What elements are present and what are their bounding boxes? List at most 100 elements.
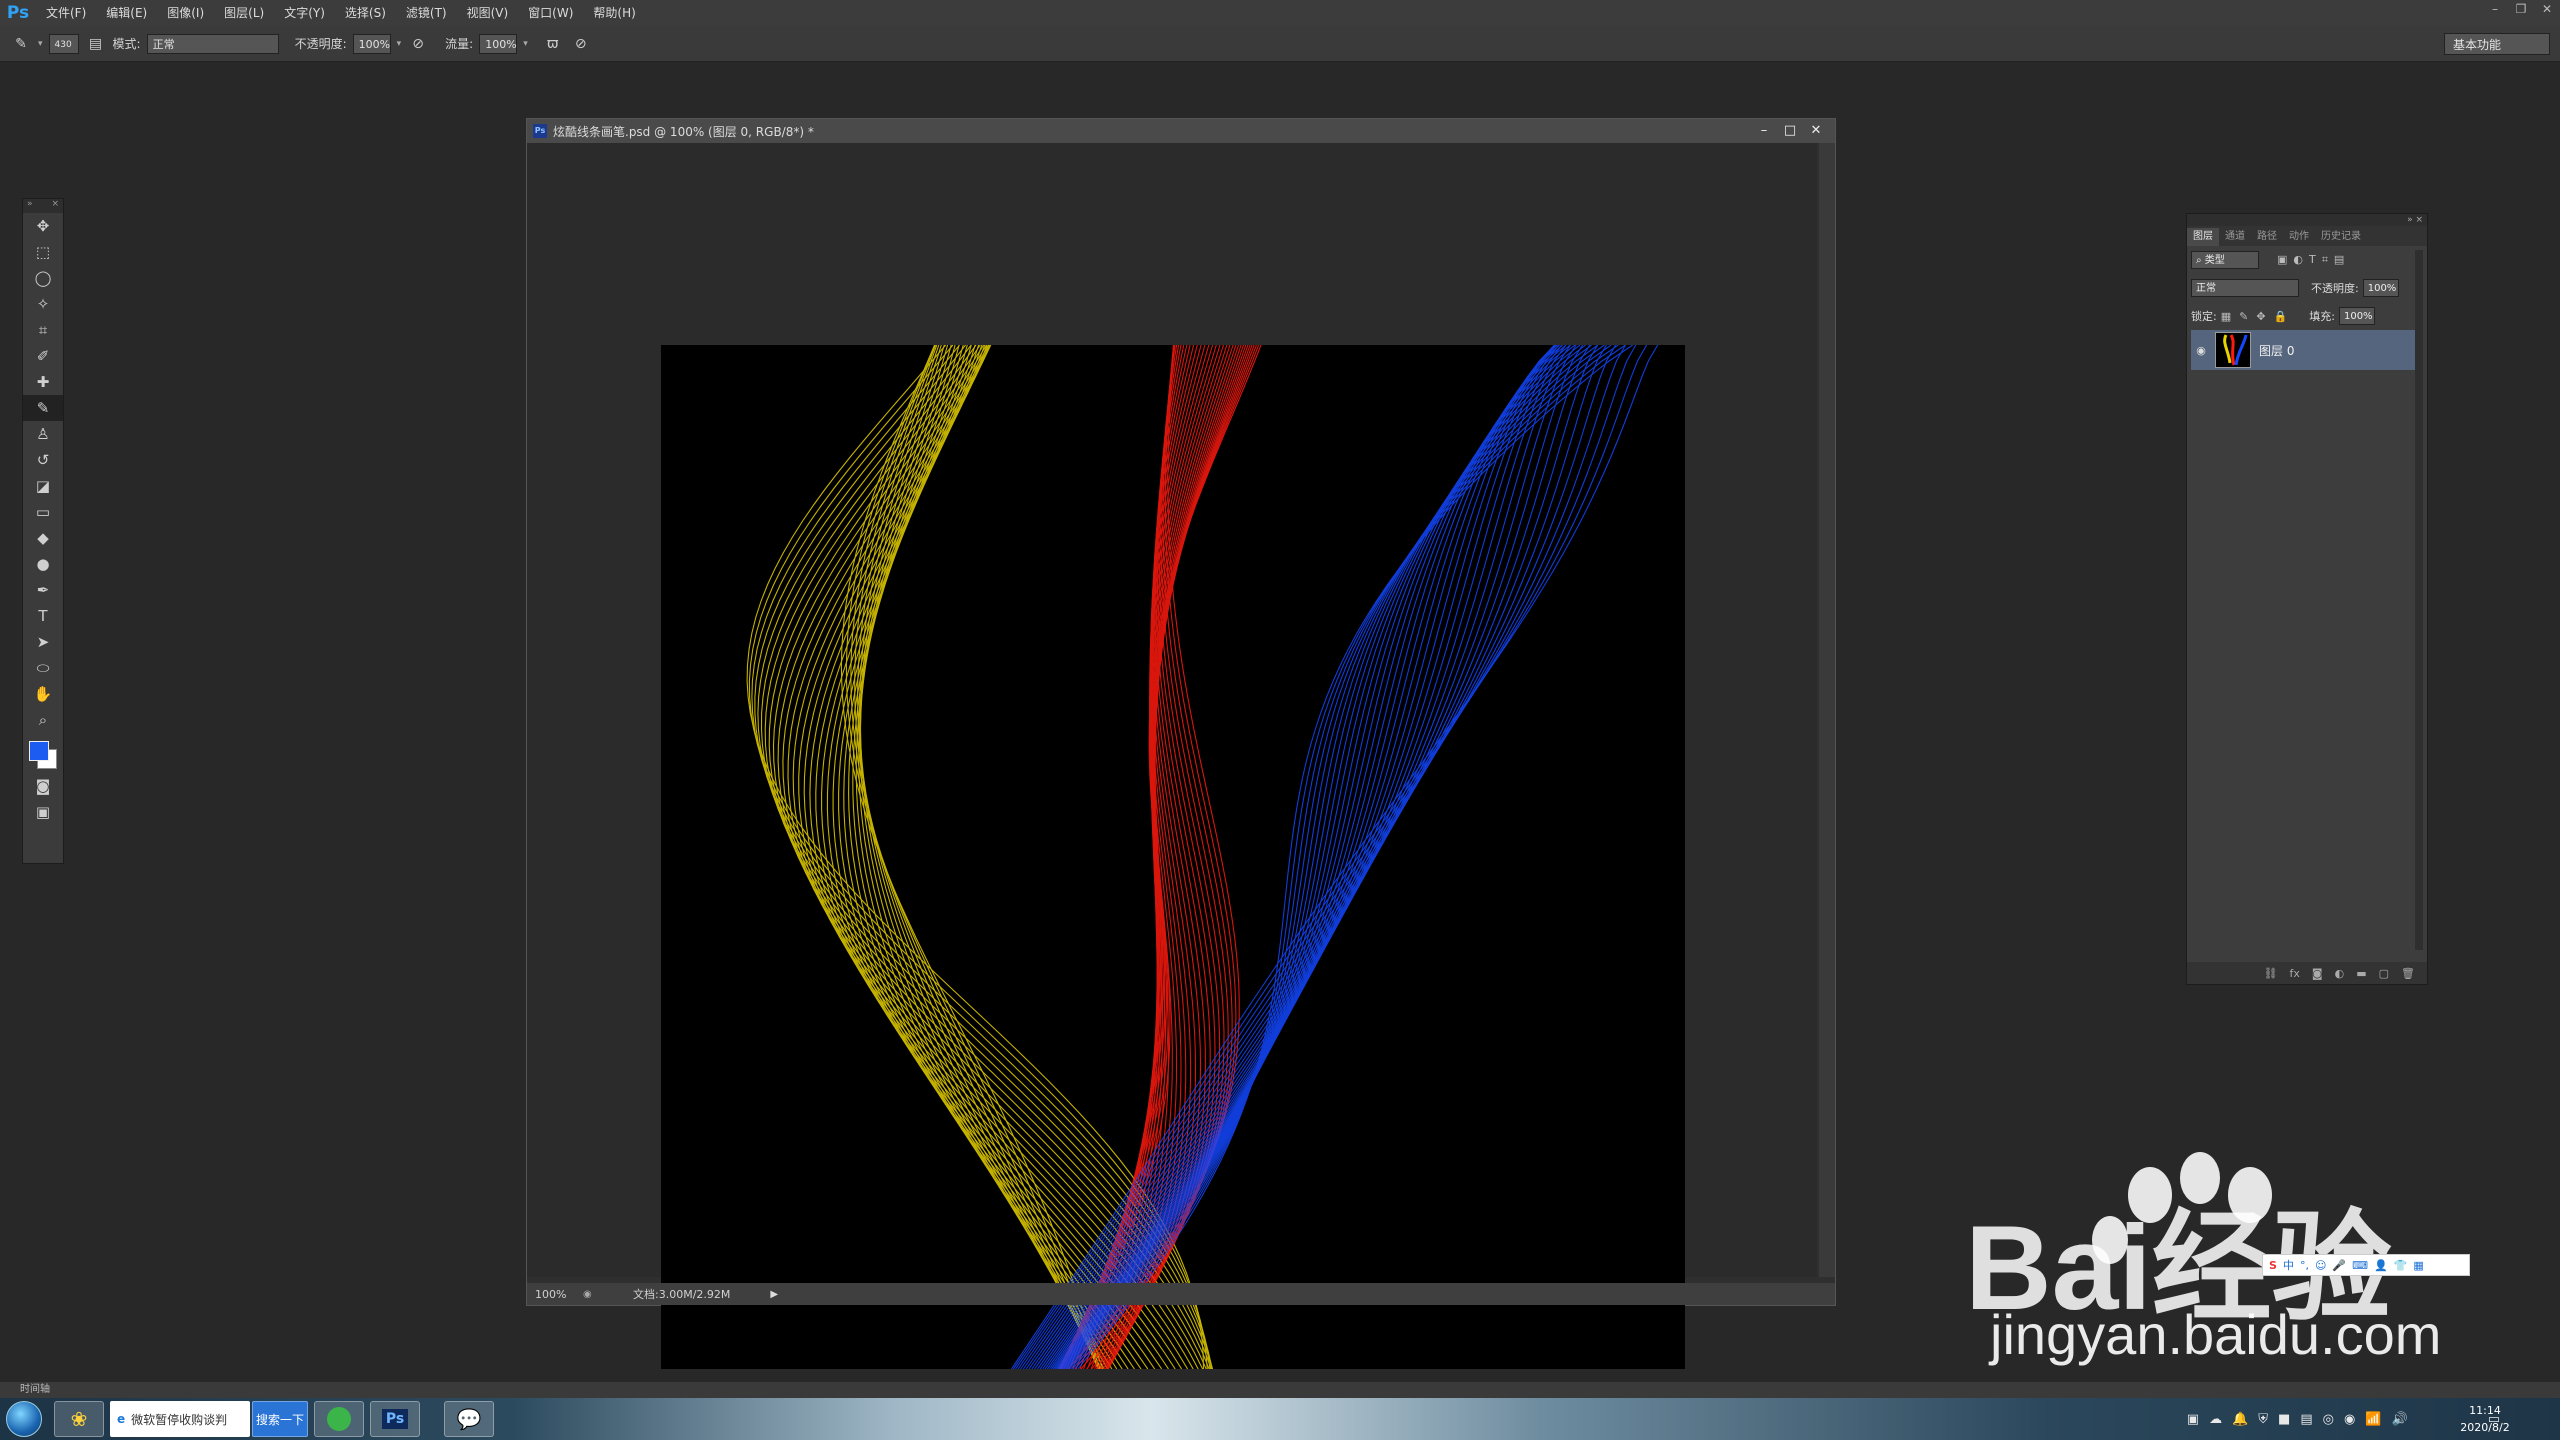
doc-close-icon[interactable]: ✕	[1803, 119, 1829, 143]
layers-scrollbar[interactable]	[2415, 250, 2423, 950]
pressure-opacity-icon[interactable]: ⊘	[407, 33, 429, 55]
doc-maximize-icon[interactable]: □	[1777, 119, 1803, 143]
ie-search-text[interactable]: 微软暂停收购谈判	[131, 1411, 227, 1428]
menu-window[interactable]: 窗口(W)	[518, 0, 583, 26]
dodge-tool-icon[interactable]: ●	[23, 551, 63, 577]
tab-layers[interactable]: 图层	[2187, 228, 2219, 246]
tray-shield-icon[interactable]: ◉	[2344, 1412, 2355, 1427]
minimize-icon[interactable]: –	[2482, 0, 2508, 20]
new-group-icon[interactable]: ▬	[2356, 967, 2366, 980]
gradient-tool-icon[interactable]: ▭	[23, 499, 63, 525]
airbrush-icon[interactable]: ϖ	[542, 33, 564, 55]
eyedropper-tool-icon[interactable]: ✐	[23, 343, 63, 369]
layer-style-icon[interactable]: fx	[2290, 967, 2300, 980]
menu-layer[interactable]: 图层(L)	[214, 0, 274, 26]
chevron-down-icon[interactable]: ▾	[38, 39, 43, 49]
pen-tool-icon[interactable]: ✒	[23, 577, 63, 603]
workspace-select[interactable]: 基本功能	[2444, 33, 2550, 55]
blend-mode-select[interactable]: 正常	[2191, 279, 2299, 297]
add-mask-icon[interactable]: ◙	[2312, 967, 2323, 980]
tab-channels[interactable]: 通道	[2219, 228, 2251, 246]
tab-actions[interactable]: 动作	[2283, 228, 2315, 246]
taskbar-clock[interactable]: 11:14 2020/8/2	[2450, 1402, 2520, 1436]
ime-keyboard-icon[interactable]: ⌨	[2352, 1259, 2368, 1272]
ime-skin-icon[interactable]: 👕	[2394, 1259, 2408, 1272]
eraser-tool-icon[interactable]: ◪	[23, 473, 63, 499]
doc-minimize-icon[interactable]: –	[1751, 119, 1777, 143]
fill-field[interactable]: 100%	[2338, 307, 2375, 325]
menu-filter[interactable]: 滤镜(T)	[396, 0, 457, 26]
menu-view[interactable]: 视图(V)	[457, 0, 519, 26]
screen-mode-icon[interactable]: ▣	[23, 799, 63, 825]
lasso-tool-icon[interactable]: ◯	[23, 265, 63, 291]
tray-security-icon[interactable]: ⛨	[2258, 1412, 2268, 1427]
ime-voice-icon[interactable]: 🎤	[2332, 1259, 2346, 1272]
sogou-icon[interactable]: S	[2269, 1259, 2277, 1272]
layer-filter-icons[interactable]: ▣◐T⌗▤	[2277, 253, 2350, 267]
opacity-field[interactable]: 100%	[352, 33, 391, 54]
quick-select-tool-icon[interactable]: ✧	[23, 291, 63, 317]
status-share-icon[interactable]: ◉	[583, 1289, 603, 1300]
tray-bell-icon[interactable]: 🔔	[2232, 1412, 2248, 1427]
taskbar-photoshop-icon[interactable]: Ps	[370, 1401, 420, 1437]
shape-tool-icon[interactable]: ⬭	[23, 655, 63, 681]
close-icon[interactable]: ✕	[2534, 0, 2560, 20]
tab-history[interactable]: 历史记录	[2315, 228, 2367, 246]
pressure-size-icon[interactable]: ⊘	[570, 33, 592, 55]
layer-filter-select[interactable]: ⌕ 类型	[2191, 251, 2259, 269]
healing-brush-tool-icon[interactable]: ✚	[23, 369, 63, 395]
tray-app-icon[interactable]: ▣	[2187, 1412, 2199, 1427]
crop-tool-icon[interactable]: ⌗	[23, 317, 63, 343]
blur-tool-icon[interactable]: ◆	[23, 525, 63, 551]
start-button[interactable]	[0, 1398, 48, 1440]
layers-panel-header[interactable]: » ×	[2187, 214, 2427, 226]
foreground-color-swatch[interactable]	[29, 741, 49, 761]
document-title-bar[interactable]: Ps 炫酷线条画笔.psd @ 100% (图层 0, RGB/8*) * – …	[527, 119, 1835, 143]
hand-tool-icon[interactable]: ✋	[23, 681, 63, 707]
menu-type[interactable]: 文字(Y)	[274, 0, 335, 26]
tools-panel-header[interactable]: » ×	[23, 199, 63, 213]
canvas-area[interactable]	[527, 143, 1817, 1369]
new-layer-icon[interactable]: ▢	[2379, 967, 2389, 980]
opacity-dropdown-icon[interactable]: ▾	[397, 39, 402, 49]
menu-file[interactable]: 文件(F)	[36, 0, 96, 26]
taskbar-app-360-icon[interactable]: ❀	[54, 1401, 104, 1437]
brush-preset-icon[interactable]: ✎	[10, 33, 32, 55]
ime-tools-icon[interactable]: ▦	[2413, 1259, 2423, 1272]
mode-select[interactable]: 正常	[146, 33, 279, 54]
search-button[interactable]: 搜索一下	[252, 1401, 308, 1437]
zoom-level[interactable]: 100%	[527, 1288, 583, 1301]
flow-field[interactable]: 100%	[479, 33, 518, 54]
tray-display-icon[interactable]: ▤	[2300, 1412, 2312, 1427]
marquee-tool-icon[interactable]: ⬚	[23, 239, 63, 265]
adjustment-layer-icon[interactable]: ◐	[2335, 967, 2345, 980]
tray-360-icon[interactable]: ◎	[2323, 1412, 2334, 1427]
color-swatches[interactable]	[23, 733, 63, 773]
ime-emoji-icon[interactable]: ☺	[2315, 1259, 2326, 1272]
status-menu-arrow-icon[interactable]: ▶	[770, 1289, 778, 1300]
type-tool-icon[interactable]: T	[23, 603, 63, 629]
link-layers-icon[interactable]: ⛓	[2264, 967, 2278, 980]
ime-mode-icon[interactable]: 中	[2283, 1257, 2294, 1273]
menu-help[interactable]: 帮助(H)	[583, 0, 645, 26]
vertical-scrollbar[interactable]	[1819, 143, 1835, 1277]
delete-layer-icon[interactable]: 🗑	[2401, 967, 2415, 980]
move-tool-icon[interactable]: ✥	[23, 213, 63, 239]
volume-icon[interactable]: 🔊	[2392, 1412, 2408, 1427]
menu-image[interactable]: 图像(I)	[157, 0, 214, 26]
flow-dropdown-icon[interactable]: ▾	[523, 39, 528, 49]
eye-icon[interactable]: ◉	[2191, 344, 2211, 357]
taskbar-wechat-icon[interactable]: 💬	[444, 1401, 494, 1437]
taskbar-app-green-icon[interactable]	[314, 1401, 364, 1437]
layer-row[interactable]: ◉ 图层 0	[2191, 330, 2421, 370]
ime-toolbar[interactable]: S 中 °, ☺ 🎤 ⌨ 👤 👕 ▦	[2262, 1254, 2470, 1276]
taskbar-ie-search[interactable]: e 微软暂停收购谈判	[110, 1401, 250, 1437]
lock-icons[interactable]: ▦✎✥🔒	[2221, 310, 2296, 323]
layer-opacity-field[interactable]: 100%	[2362, 279, 2399, 297]
path-select-tool-icon[interactable]: ➤	[23, 629, 63, 655]
ime-punct-icon[interactable]: °,	[2300, 1259, 2309, 1272]
tray-wechat-icon[interactable]: ☁	[2209, 1412, 2222, 1427]
clone-stamp-tool-icon[interactable]: ♙	[23, 421, 63, 447]
menu-select[interactable]: 选择(S)	[335, 0, 396, 26]
artwork-canvas[interactable]	[661, 345, 1685, 1369]
